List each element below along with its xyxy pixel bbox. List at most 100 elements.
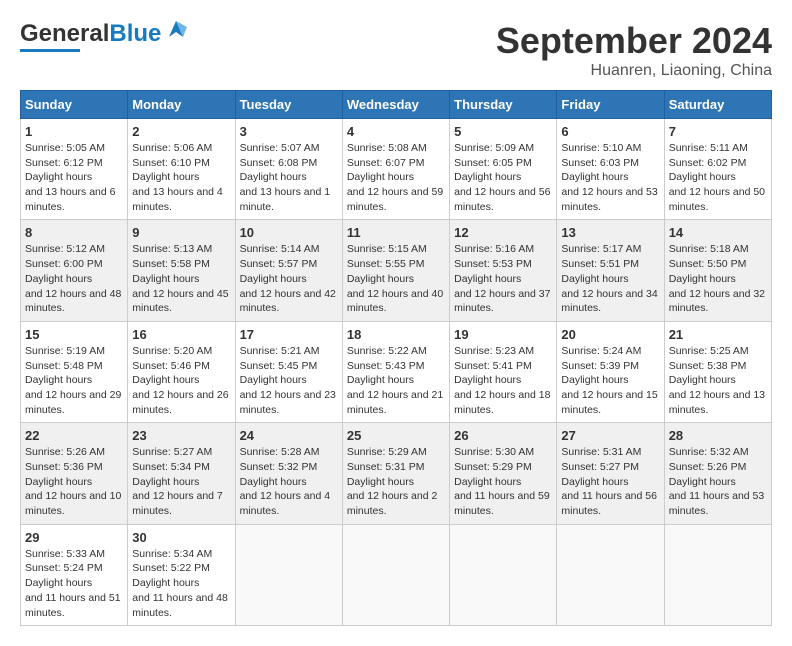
day-info: Sunrise: 5:32 AM Sunset: 5:26 PM Dayligh…: [669, 445, 767, 518]
daylight-hours-label: Daylight hours: [347, 374, 414, 386]
daylight-duration: and 12 hours and 29 minutes.: [25, 389, 121, 416]
day-info: Sunrise: 5:05 AM Sunset: 6:12 PM Dayligh…: [25, 141, 123, 214]
sunset-text: Sunset: 5:22 PM: [132, 562, 210, 574]
sunrise-text: Sunrise: 5:31 AM: [561, 446, 641, 458]
day-cell-8: 8 Sunrise: 5:12 AM Sunset: 6:00 PM Dayli…: [21, 220, 128, 321]
day-info: Sunrise: 5:18 AM Sunset: 5:50 PM Dayligh…: [669, 242, 767, 315]
daylight-duration: and 11 hours and 48 minutes.: [132, 592, 228, 619]
day-number: 27: [561, 428, 659, 443]
sunrise-text: Sunrise: 5:34 AM: [132, 548, 212, 560]
day-info: Sunrise: 5:26 AM Sunset: 5:36 PM Dayligh…: [25, 445, 123, 518]
title-area: September 2024 Huanren, Liaoning, China: [496, 20, 772, 80]
day-number: 25: [347, 428, 445, 443]
sunset-text: Sunset: 5:46 PM: [132, 360, 210, 372]
daylight-duration: and 12 hours and 56 minutes.: [454, 186, 550, 213]
daylight-duration: and 11 hours and 56 minutes.: [561, 490, 657, 517]
daylight-duration: and 12 hours and 32 minutes.: [669, 288, 765, 315]
sunset-text: Sunset: 5:38 PM: [669, 360, 747, 372]
day-number: 14: [669, 225, 767, 240]
daylight-hours-label: Daylight hours: [561, 476, 628, 488]
day-info: Sunrise: 5:15 AM Sunset: 5:55 PM Dayligh…: [347, 242, 445, 315]
day-cell-9: 9 Sunrise: 5:13 AM Sunset: 5:58 PM Dayli…: [128, 220, 235, 321]
daylight-duration: and 11 hours and 53 minutes.: [669, 490, 765, 517]
day-number: 18: [347, 327, 445, 342]
daylight-hours-label: Daylight hours: [347, 273, 414, 285]
day-cell-3: 3 Sunrise: 5:07 AM Sunset: 6:08 PM Dayli…: [235, 119, 342, 220]
day-info: Sunrise: 5:11 AM Sunset: 6:02 PM Dayligh…: [669, 141, 767, 214]
day-info: Sunrise: 5:25 AM Sunset: 5:38 PM Dayligh…: [669, 344, 767, 417]
day-info: Sunrise: 5:28 AM Sunset: 5:32 PM Dayligh…: [240, 445, 338, 518]
daylight-duration: and 12 hours and 23 minutes.: [240, 389, 336, 416]
sunrise-text: Sunrise: 5:14 AM: [240, 243, 320, 255]
day-info: Sunrise: 5:09 AM Sunset: 6:05 PM Dayligh…: [454, 141, 552, 214]
day-cell-18: 18 Sunrise: 5:22 AM Sunset: 5:43 PM Dayl…: [342, 321, 449, 422]
daylight-hours-label: Daylight hours: [454, 171, 521, 183]
header-sunday: Sunday: [21, 91, 128, 119]
daylight-duration: and 13 hours and 4 minutes.: [132, 186, 223, 213]
sunrise-text: Sunrise: 5:24 AM: [561, 345, 641, 357]
day-number: 28: [669, 428, 767, 443]
day-number: 6: [561, 124, 659, 139]
day-cell-26: 26 Sunrise: 5:30 AM Sunset: 5:29 PM Dayl…: [450, 423, 557, 524]
empty-cell: [235, 524, 342, 625]
empty-cell: [342, 524, 449, 625]
sunset-text: Sunset: 5:32 PM: [240, 461, 318, 473]
day-number: 5: [454, 124, 552, 139]
day-cell-23: 23 Sunrise: 5:27 AM Sunset: 5:34 PM Dayl…: [128, 423, 235, 524]
day-number: 13: [561, 225, 659, 240]
daylight-duration: and 12 hours and 50 minutes.: [669, 186, 765, 213]
daylight-duration: and 12 hours and 7 minutes.: [132, 490, 223, 517]
day-info: Sunrise: 5:08 AM Sunset: 6:07 PM Dayligh…: [347, 141, 445, 214]
sunset-text: Sunset: 5:27 PM: [561, 461, 639, 473]
sunrise-text: Sunrise: 5:13 AM: [132, 243, 212, 255]
sunrise-text: Sunrise: 5:15 AM: [347, 243, 427, 255]
day-cell-10: 10 Sunrise: 5:14 AM Sunset: 5:57 PM Dayl…: [235, 220, 342, 321]
daylight-hours-label: Daylight hours: [240, 171, 307, 183]
daylight-hours-label: Daylight hours: [240, 476, 307, 488]
daylight-duration: and 12 hours and 37 minutes.: [454, 288, 550, 315]
daylight-duration: and 12 hours and 4 minutes.: [240, 490, 331, 517]
day-cell-2: 2 Sunrise: 5:06 AM Sunset: 6:10 PM Dayli…: [128, 119, 235, 220]
logo-bird-icon: [165, 19, 187, 37]
sunrise-text: Sunrise: 5:21 AM: [240, 345, 320, 357]
sunrise-text: Sunrise: 5:16 AM: [454, 243, 534, 255]
day-cell-11: 11 Sunrise: 5:15 AM Sunset: 5:55 PM Dayl…: [342, 220, 449, 321]
calendar-week-5: 29 Sunrise: 5:33 AM Sunset: 5:24 PM Dayl…: [21, 524, 772, 625]
sunset-text: Sunset: 5:50 PM: [669, 258, 747, 270]
day-cell-13: 13 Sunrise: 5:17 AM Sunset: 5:51 PM Dayl…: [557, 220, 664, 321]
day-info: Sunrise: 5:19 AM Sunset: 5:48 PM Dayligh…: [25, 344, 123, 417]
day-number: 9: [132, 225, 230, 240]
sunset-text: Sunset: 6:08 PM: [240, 157, 318, 169]
daylight-duration: and 12 hours and 45 minutes.: [132, 288, 228, 315]
day-info: Sunrise: 5:17 AM Sunset: 5:51 PM Dayligh…: [561, 242, 659, 315]
daylight-duration: and 12 hours and 34 minutes.: [561, 288, 657, 315]
day-info: Sunrise: 5:23 AM Sunset: 5:41 PM Dayligh…: [454, 344, 552, 417]
daylight-duration: and 12 hours and 10 minutes.: [25, 490, 121, 517]
day-cell-29: 29 Sunrise: 5:33 AM Sunset: 5:24 PM Dayl…: [21, 524, 128, 625]
day-info: Sunrise: 5:22 AM Sunset: 5:43 PM Dayligh…: [347, 344, 445, 417]
sunrise-text: Sunrise: 5:17 AM: [561, 243, 641, 255]
day-number: 4: [347, 124, 445, 139]
day-cell-27: 27 Sunrise: 5:31 AM Sunset: 5:27 PM Dayl…: [557, 423, 664, 524]
day-header-row: Sunday Monday Tuesday Wednesday Thursday…: [21, 91, 772, 119]
sunset-text: Sunset: 5:39 PM: [561, 360, 639, 372]
sunset-text: Sunset: 5:36 PM: [25, 461, 103, 473]
day-cell-5: 5 Sunrise: 5:09 AM Sunset: 6:05 PM Dayli…: [450, 119, 557, 220]
logo-underline: [20, 49, 80, 52]
day-info: Sunrise: 5:10 AM Sunset: 6:03 PM Dayligh…: [561, 141, 659, 214]
day-info: Sunrise: 5:12 AM Sunset: 6:00 PM Dayligh…: [25, 242, 123, 315]
daylight-duration: and 12 hours and 21 minutes.: [347, 389, 443, 416]
header-friday: Friday: [557, 91, 664, 119]
sunrise-text: Sunrise: 5:11 AM: [669, 142, 748, 154]
daylight-duration: and 12 hours and 15 minutes.: [561, 389, 657, 416]
sunset-text: Sunset: 5:51 PM: [561, 258, 639, 270]
day-cell-1: 1 Sunrise: 5:05 AM Sunset: 6:12 PM Dayli…: [21, 119, 128, 220]
day-number: 8: [25, 225, 123, 240]
day-number: 21: [669, 327, 767, 342]
sunrise-text: Sunrise: 5:12 AM: [25, 243, 105, 255]
daylight-duration: and 11 hours and 59 minutes.: [454, 490, 550, 517]
empty-cell: [664, 524, 771, 625]
daylight-duration: and 11 hours and 51 minutes.: [25, 592, 121, 619]
month-title: September 2024: [496, 20, 772, 62]
day-cell-16: 16 Sunrise: 5:20 AM Sunset: 5:46 PM Dayl…: [128, 321, 235, 422]
